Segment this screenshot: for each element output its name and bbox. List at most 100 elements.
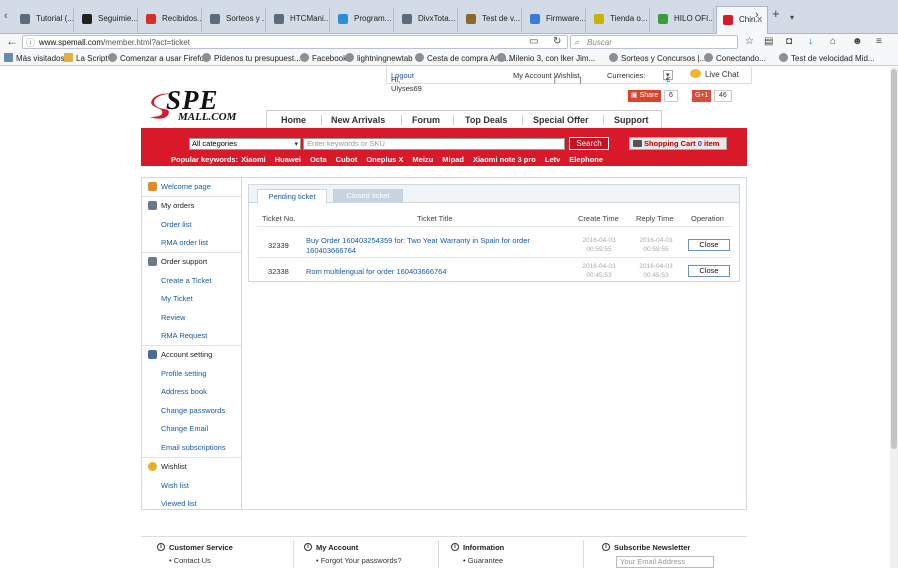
popular-keyword-link[interactable]: Huawei <box>275 155 301 164</box>
tab-closed-ticket[interactable]: Closed ticket <box>333 189 403 202</box>
bookmark-item[interactable]: Milenio 3, con Iker Jim... <box>497 53 595 63</box>
ticket-title-link[interactable]: Rom multilengual for order 160403666764 <box>306 267 564 277</box>
home-icon[interactable]: ⌂ <box>830 36 836 48</box>
browser-tab[interactable]: Firmware... <box>524 8 586 32</box>
currency-select[interactable]: € ▾ <box>663 70 673 84</box>
popular-keyword-link[interactable]: Oneplus X <box>366 155 403 164</box>
bookmark-item[interactable]: Test de velocidad Mid... <box>779 53 875 63</box>
sidebar-item-rma-request[interactable]: RMA Request <box>161 331 207 340</box>
shopping-cart-button[interactable]: Shopping Cart 0 item <box>629 137 727 150</box>
info-icon[interactable]: ⓘ <box>26 37 35 49</box>
tab-list-button[interactable]: ▾ <box>790 11 794 25</box>
search-button[interactable]: Search <box>569 137 609 150</box>
smiley-icon[interactable]: ☻ <box>852 36 863 48</box>
sidebar-item-order-list[interactable]: Order list <box>161 220 191 229</box>
ticket-no: 32339 <box>268 241 289 250</box>
bookmark-item[interactable]: Sorteos y Concursos |... <box>609 53 706 63</box>
live-chat-button[interactable]: Live Chat <box>690 67 750 82</box>
page-scrollbar[interactable] <box>890 67 898 568</box>
bookmark-favicon-icon <box>415 53 424 62</box>
tab-favicon-icon <box>466 14 476 24</box>
search-input[interactable]: ⌕ Buscar <box>570 35 738 49</box>
reload-icon[interactable]: ↻ <box>553 36 561 48</box>
popular-keyword-link[interactable]: Cubot <box>336 155 358 164</box>
sidebar-item-change-email[interactable]: Change Email <box>161 424 208 433</box>
popular-keyword-link[interactable]: Mipad <box>442 155 464 164</box>
back-arrow-icon[interactable]: ← <box>6 35 18 47</box>
sidebar-item-profile-setting[interactable]: Profile setting <box>161 369 206 378</box>
browser-tab[interactable]: Tienda o... <box>588 8 650 32</box>
close-ticket-button[interactable]: Close <box>688 239 730 251</box>
sidebar-item-wish-list[interactable]: Wish list <box>161 481 189 490</box>
browser-tab[interactable]: DivxTota... <box>396 8 458 32</box>
sidebar-item-email-subscriptions[interactable]: Email subscriptions <box>161 443 226 452</box>
bookmark-item[interactable]: Pídenos tu presupuest... <box>202 53 301 63</box>
bookmark-star-icon[interactable]: ☆ <box>745 36 754 48</box>
nav-special-offer[interactable]: Special Offer <box>533 115 589 125</box>
sidebar-item-address-book[interactable]: Address book <box>161 387 207 396</box>
spemall-logo[interactable]: SPE MALL.COM <box>148 87 258 125</box>
bookmark-item[interactable]: Conectando... <box>704 53 766 63</box>
popular-keyword-link[interactable]: Letv <box>545 155 560 164</box>
ticket-title-link[interactable]: Buy Order 160403254359 for: Two Year War… <box>306 236 564 256</box>
bookmark-item[interactable]: Facebook <box>300 53 347 63</box>
logo-text-spe: SPE <box>166 85 219 115</box>
nav-support[interactable]: Support <box>614 115 649 125</box>
search-bar-section: All categories ▾ Enter keywords or SKU Se… <box>141 128 747 166</box>
footer-contact-link[interactable]: • Contact Us <box>169 556 211 565</box>
url-bar[interactable]: ⓘ www.spemall.com/member.html?act=ticket… <box>22 35 568 49</box>
browser-tab[interactable]: Chin... ✕ <box>716 6 768 34</box>
nav-new-arrivals[interactable]: New Arrivals <box>331 115 385 125</box>
reading-list-icon[interactable]: ▤ <box>764 36 773 48</box>
browser-tab[interactable]: Program... <box>332 8 394 32</box>
browser-tab[interactable]: HILO OFI... <box>652 8 714 32</box>
bookmark-label: Conectando... <box>716 54 766 63</box>
browser-tab[interactable]: Recibidos... <box>140 8 202 32</box>
sidebar-item-review[interactable]: Review <box>161 313 186 322</box>
tab-scroll-left-icon[interactable]: ‹ <box>4 9 8 23</box>
my-account-link[interactable]: My Account <box>513 71 552 80</box>
bookmark-item[interactable]: lightningnewtab <box>345 53 413 63</box>
download-icon[interactable]: ↓ <box>808 36 813 48</box>
close-ticket-button[interactable]: Close <box>688 265 730 277</box>
gplus-button[interactable]: G+1 <box>692 90 712 102</box>
url-path: /member.html?act=ticket <box>103 38 190 47</box>
footer-forgot-password-link[interactable]: • Forgot Your passwords? <box>316 556 402 565</box>
menu-icon[interactable]: ≡ <box>876 36 882 48</box>
wishlist-link[interactable]: Wishlist <box>554 71 580 80</box>
sidebar-item-change-passwords[interactable]: Change passwords <box>161 406 225 415</box>
nav-top-deals[interactable]: Top Deals <box>465 115 507 125</box>
popular-keyword-link[interactable]: Meizu <box>412 155 433 164</box>
browser-tab[interactable]: Sorteos y ... <box>204 8 266 32</box>
footer-guarantee-link[interactable]: • Guarantee <box>463 556 503 565</box>
nav-forum[interactable]: Forum <box>412 115 440 125</box>
popular-keyword-link[interactable]: Octa <box>310 155 327 164</box>
browser-tab[interactable]: Test de v... <box>460 8 522 32</box>
pocket-icon[interactable]: ◘ <box>786 36 792 48</box>
popular-keyword-link[interactable]: Elephone <box>569 155 603 164</box>
bookmark-item[interactable]: Más visitados <box>4 53 64 63</box>
browser-tab-bar: ‹ Tutorial (... Seguimie... Recibidos... So… <box>0 0 898 34</box>
keyword-search-input[interactable]: Enter keywords or SKU <box>303 138 565 150</box>
browser-tab[interactable]: Seguimie... <box>76 8 138 32</box>
popular-keyword-link[interactable]: Xiaomi note 3 pro <box>473 155 536 164</box>
popular-keyword-link[interactable]: Xiaomi <box>241 155 266 164</box>
sidebar-item-create-ticket[interactable]: Create a Ticket <box>161 276 211 285</box>
tab-scroll-right-icon[interactable]: › <box>755 8 759 22</box>
share-button[interactable]: ▣ Share <box>628 90 662 102</box>
sidebar-item-viewed-list[interactable]: Viewed list <box>161 499 197 508</box>
sidebar-item-rma-order-list[interactable]: RMA order list <box>161 238 208 247</box>
tab-pending-ticket[interactable]: Pending ticket <box>257 189 327 204</box>
sidebar-welcome[interactable]: Welcome page <box>142 178 241 195</box>
new-tab-button[interactable]: + <box>772 7 780 21</box>
scrollbar-thumb[interactable] <box>891 69 897 449</box>
reader-view-icon[interactable]: ▭ <box>529 36 538 48</box>
nav-home[interactable]: Home <box>281 115 306 125</box>
newsletter-email-input[interactable]: Your Email Address <box>616 556 714 568</box>
browser-tab[interactable]: Tutorial (... <box>14 8 74 32</box>
browser-tab[interactable]: HTCMani... <box>268 8 330 32</box>
category-select[interactable]: All categories ▾ <box>189 138 301 150</box>
sidebar-item-my-ticket[interactable]: My Ticket <box>161 294 193 303</box>
bookmark-item[interactable]: La Script <box>64 53 108 63</box>
bookmark-item[interactable]: Comenzar a usar Firefox <box>108 53 208 63</box>
